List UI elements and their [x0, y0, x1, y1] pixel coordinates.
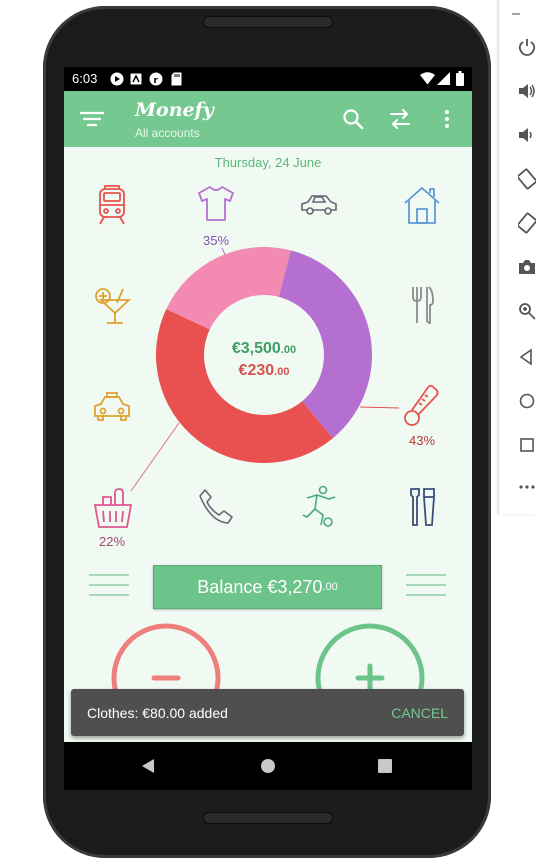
- more-icon[interactable]: [518, 482, 536, 492]
- back-nav-icon[interactable]: [518, 348, 536, 366]
- recents-icon[interactable]: [378, 759, 392, 773]
- volume-down-icon[interactable]: [518, 126, 536, 144]
- balance-label: Balance €3,270: [197, 576, 323, 597]
- minimize-icon[interactable]: [511, 8, 521, 18]
- balance-button[interactable]: Balance €3,270.00: [153, 565, 382, 609]
- rotate-left-icon[interactable]: [518, 168, 536, 190]
- snackbar-cancel-button[interactable]: CANCEL: [391, 705, 448, 721]
- top-speaker: [203, 16, 333, 28]
- volume-up-icon[interactable]: [518, 82, 536, 100]
- navigation-bar: [64, 742, 472, 790]
- snackbar-message: Clothes: €80.00 added: [87, 705, 228, 721]
- balance-cents: .00: [322, 581, 338, 593]
- camera-icon[interactable]: [518, 258, 536, 276]
- snackbar: Clothes: €80.00 added CANCEL: [71, 689, 464, 736]
- app-screen: 6:03 r Monefy All accounts Thursday, 24 …: [64, 67, 472, 790]
- emulator-toolbar: [498, 0, 536, 514]
- back-icon[interactable]: [140, 758, 156, 774]
- expense-donut-chart[interactable]: €3,500.00 €230.00: [156, 247, 376, 467]
- home-icon[interactable]: [260, 758, 276, 774]
- right-drawer-handle-icon[interactable]: [405, 572, 447, 598]
- left-drawer-handle-icon[interactable]: [88, 572, 130, 598]
- rotate-right-icon[interactable]: [518, 212, 536, 234]
- bottom-speaker: [203, 812, 333, 824]
- home-nav-icon[interactable]: [518, 392, 536, 410]
- power-icon[interactable]: [518, 38, 536, 56]
- overview-nav-icon[interactable]: [518, 436, 536, 454]
- zoom-icon[interactable]: [518, 302, 536, 320]
